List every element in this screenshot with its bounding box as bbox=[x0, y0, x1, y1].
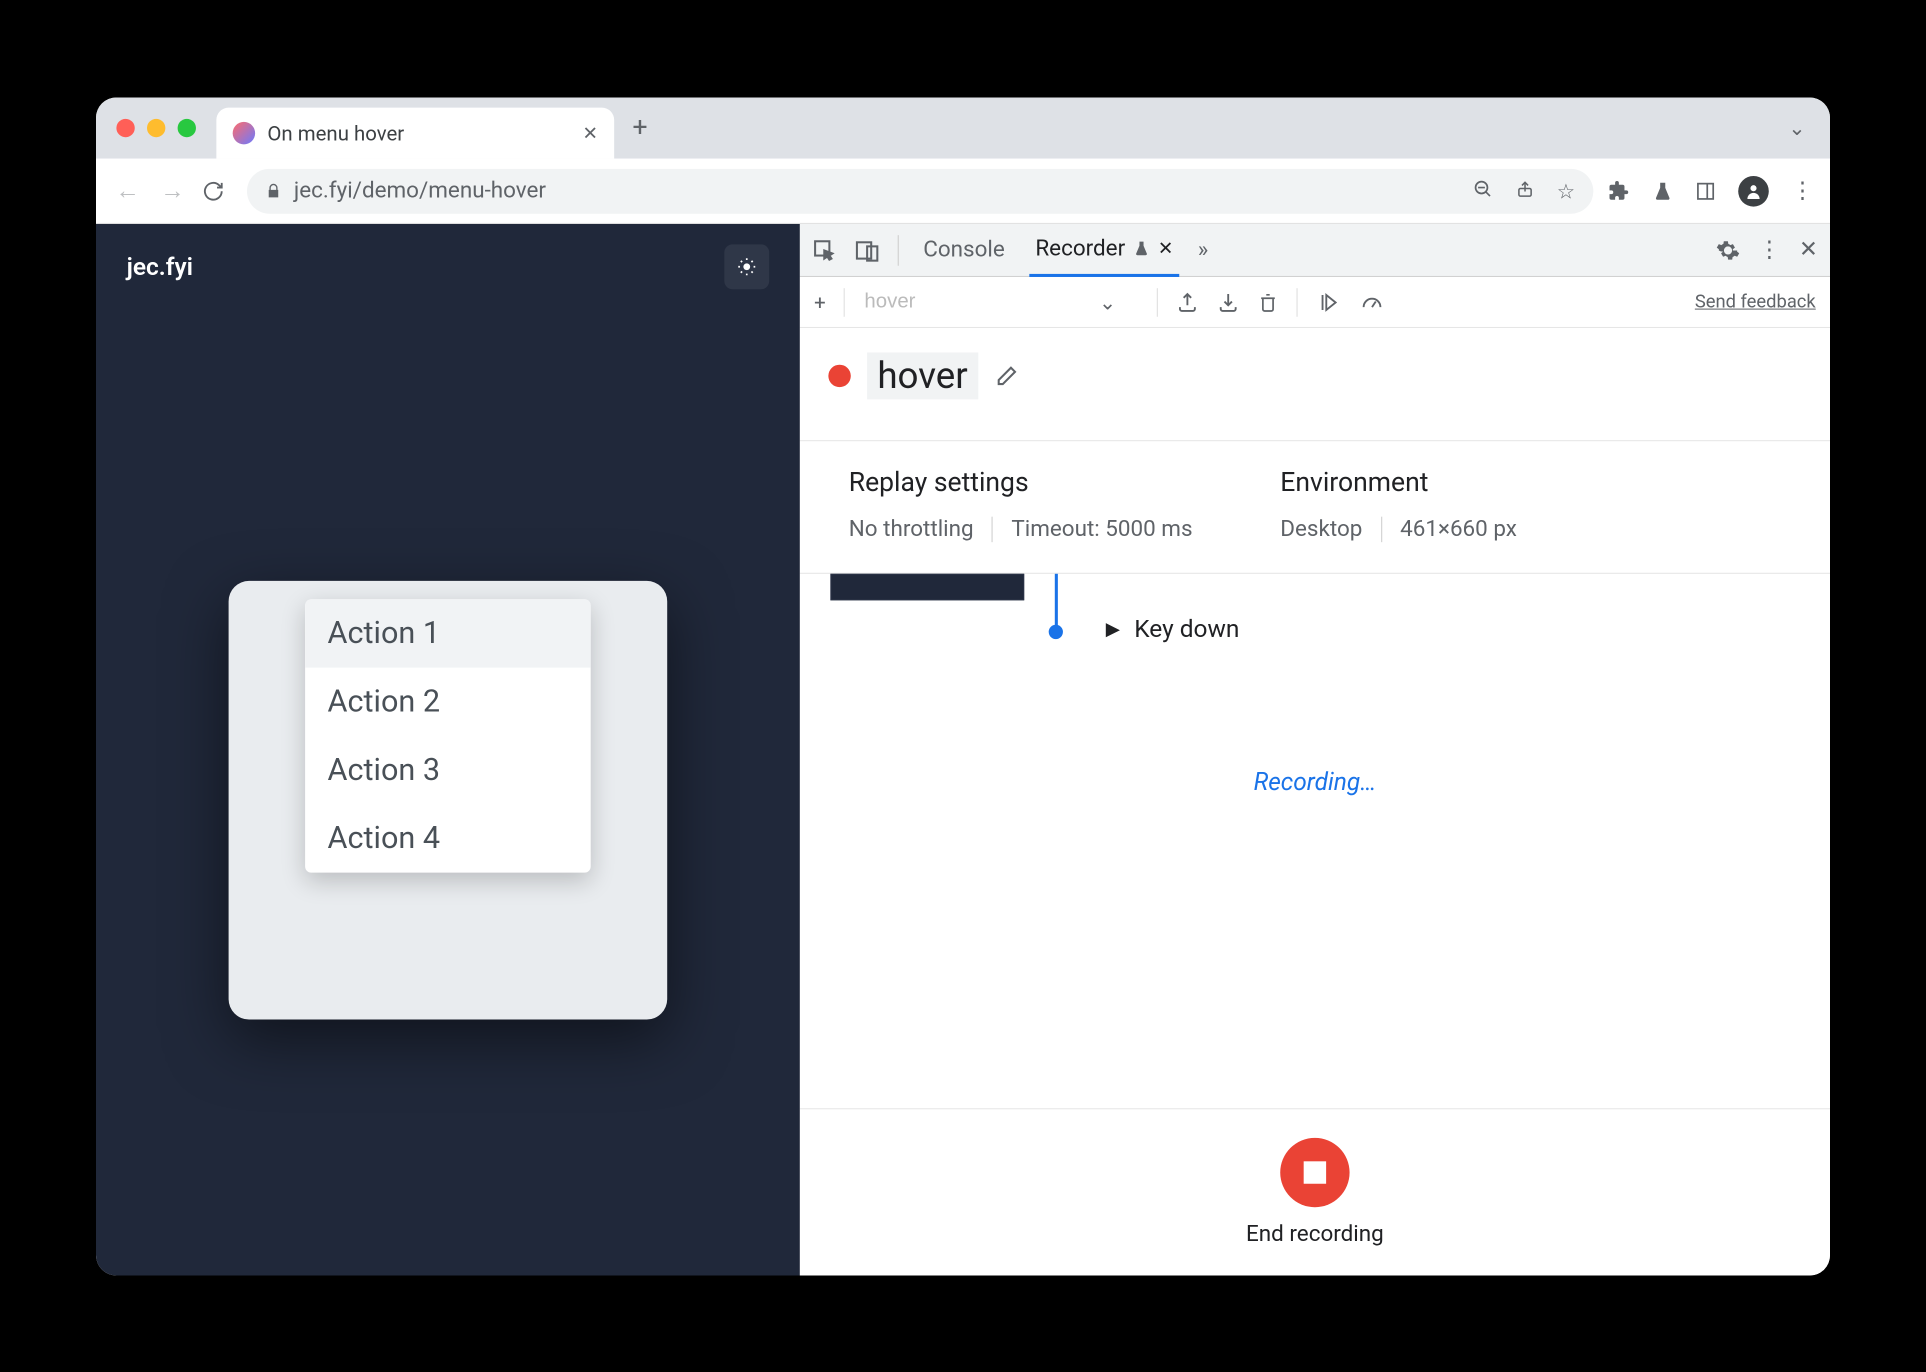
delete-icon[interactable] bbox=[1258, 290, 1278, 312]
address-bar: ← → jec.fyi/demo/menu-hover ☆ ⋮ bbox=[96, 158, 1830, 223]
webpage-viewport: jec.fyi H e! Action 1 Action 2 Action 3 … bbox=[96, 223, 800, 1275]
tab-recorder[interactable]: Recorder ✕ bbox=[1029, 235, 1179, 276]
recording-steps: ▶ Key down Recording… bbox=[800, 573, 1830, 1107]
close-devtools-icon[interactable]: ✕ bbox=[1799, 237, 1818, 263]
inspect-element-icon[interactable] bbox=[812, 237, 836, 261]
profile-avatar[interactable] bbox=[1738, 175, 1769, 206]
more-tabs-icon[interactable]: » bbox=[1198, 237, 1209, 263]
recorder-footer: End recording bbox=[800, 1108, 1830, 1275]
hover-card[interactable]: H e! Action 1 Action 2 Action 3 Action 4 bbox=[229, 580, 668, 1019]
close-panel-tab-icon[interactable]: ✕ bbox=[1158, 237, 1173, 258]
stop-icon bbox=[1304, 1161, 1326, 1183]
content-area: jec.fyi H e! Action 1 Action 2 Action 3 … bbox=[96, 223, 1830, 1275]
tab-list-dropdown[interactable]: ⌄ bbox=[1788, 115, 1815, 139]
settings-gear-icon[interactable] bbox=[1715, 237, 1739, 261]
tab-recorder-label: Recorder bbox=[1035, 235, 1125, 261]
recording-status: Recording… bbox=[800, 767, 1830, 796]
recording-title-row: hover bbox=[800, 327, 1830, 440]
hover-menu: Action 1 Action 2 Action 3 Action 4 bbox=[305, 599, 591, 872]
tab-bar: On menu hover ✕ + ⌄ bbox=[96, 97, 1830, 158]
new-recording-button[interactable]: + bbox=[814, 289, 826, 313]
expand-step-icon[interactable]: ▶ bbox=[1106, 618, 1120, 639]
tab-title: On menu hover bbox=[267, 120, 404, 144]
url-field[interactable]: jec.fyi/demo/menu-hover ☆ bbox=[247, 168, 1593, 213]
recording-settings-row: Replay settings No throttling Timeout: 5… bbox=[800, 441, 1830, 574]
environment-group: Environment Desktop 461×660 px bbox=[1280, 467, 1553, 541]
new-tab-button[interactable]: + bbox=[633, 112, 648, 143]
browser-tab[interactable]: On menu hover ✕ bbox=[216, 107, 614, 158]
theme-toggle-button[interactable] bbox=[724, 244, 769, 289]
maximize-window-button[interactable] bbox=[178, 118, 196, 136]
panel-icon[interactable] bbox=[1695, 180, 1715, 200]
favicon-icon bbox=[233, 121, 255, 143]
devtools-panel: Console Recorder ✕ » ⋮ ✕ + ⌄ bbox=[800, 223, 1830, 1275]
performance-icon[interactable] bbox=[1359, 290, 1386, 312]
end-recording-label: End recording bbox=[1246, 1221, 1384, 1247]
close-window-button[interactable] bbox=[116, 118, 134, 136]
throttling-value[interactable]: No throttling bbox=[849, 516, 993, 542]
back-button[interactable]: ← bbox=[112, 175, 143, 205]
forward-button[interactable]: → bbox=[157, 175, 188, 205]
tab-console[interactable]: Console bbox=[917, 237, 1011, 263]
device-value: Desktop bbox=[1280, 516, 1381, 542]
step-label: Key down bbox=[1134, 614, 1239, 643]
devtools-tab-bar: Console Recorder ✕ » ⋮ ✕ bbox=[800, 223, 1830, 276]
viewport-value: 461×660 px bbox=[1400, 516, 1535, 542]
window-controls bbox=[116, 118, 196, 136]
menu-item[interactable]: Action 4 bbox=[305, 804, 591, 872]
export-icon[interactable] bbox=[1176, 290, 1198, 312]
send-feedback-link[interactable]: Send feedback bbox=[1695, 291, 1816, 312]
timeout-value[interactable]: Timeout: 5000 ms bbox=[1011, 516, 1211, 542]
timeline-dot bbox=[1049, 624, 1063, 638]
share-icon[interactable] bbox=[1516, 178, 1534, 202]
browser-window: On menu hover ✕ + ⌄ ← → jec.fyi/demo/men… bbox=[96, 97, 1830, 1275]
replay-settings-group: Replay settings No throttling Timeout: 5… bbox=[849, 467, 1230, 541]
import-icon[interactable] bbox=[1217, 290, 1239, 312]
devtools-menu-icon[interactable]: ⋮ bbox=[1758, 237, 1780, 263]
device-toolbar-icon[interactable] bbox=[855, 237, 879, 261]
environment-heading: Environment bbox=[1280, 467, 1553, 498]
recording-title: hover bbox=[867, 352, 978, 399]
replay-icon[interactable] bbox=[1316, 290, 1340, 312]
replay-settings-heading: Replay settings bbox=[849, 467, 1230, 498]
menu-item[interactable]: Action 3 bbox=[305, 735, 591, 803]
close-tab-button[interactable]: ✕ bbox=[582, 122, 597, 143]
recorder-toolbar: + ⌄ Send feedback bbox=[800, 276, 1830, 327]
end-recording-button[interactable] bbox=[1280, 1137, 1349, 1206]
bookmark-star-icon[interactable]: ☆ bbox=[1557, 178, 1575, 202]
zoom-out-icon[interactable] bbox=[1473, 178, 1493, 202]
menu-item[interactable]: Action 1 bbox=[305, 599, 591, 667]
chevron-down-icon[interactable]: ⌄ bbox=[1099, 289, 1116, 313]
edit-title-button[interactable] bbox=[994, 363, 1018, 387]
flask-icon bbox=[1133, 239, 1149, 257]
step-row[interactable]: ▶ Key down bbox=[1106, 614, 1240, 643]
site-logo[interactable]: jec.fyi bbox=[127, 252, 193, 281]
reload-button[interactable] bbox=[202, 179, 233, 201]
recording-selector[interactable]: ⌄ bbox=[863, 288, 1138, 315]
recording-name-input[interactable] bbox=[864, 290, 1088, 313]
browser-menu-button[interactable]: ⋮ bbox=[1791, 178, 1813, 204]
minimize-window-button[interactable] bbox=[147, 118, 165, 136]
menu-item[interactable]: Action 2 bbox=[305, 667, 591, 735]
labs-icon[interactable] bbox=[1653, 179, 1673, 201]
step-screenshot-thumbnail[interactable] bbox=[830, 573, 1024, 600]
recording-indicator-icon bbox=[828, 364, 850, 386]
url-text: jec.fyi/demo/menu-hover bbox=[294, 178, 546, 204]
extensions-icon[interactable] bbox=[1608, 179, 1630, 201]
lock-icon bbox=[265, 181, 281, 199]
